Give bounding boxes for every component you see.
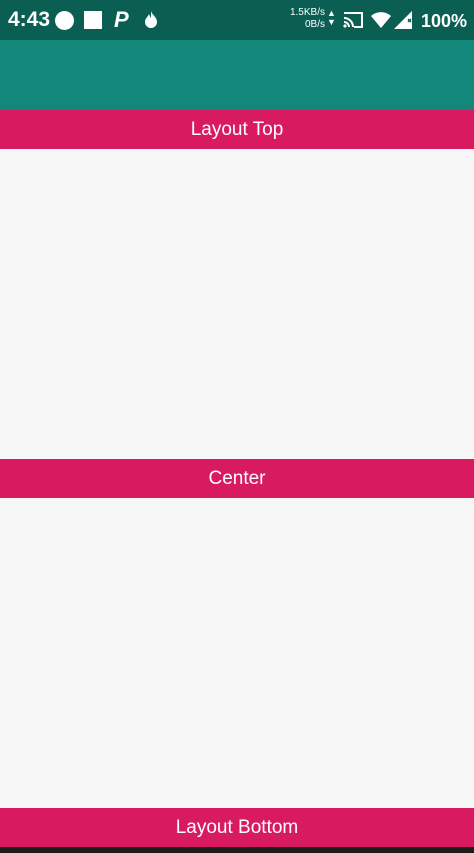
app-bar [0, 40, 474, 110]
network-down: 0B/s [304, 19, 325, 30]
status-time: 4:43 [8, 8, 51, 31]
center-bar: Center [0, 459, 474, 498]
battery-level: 100% [421, 11, 468, 31]
flame-icon [145, 11, 157, 28]
square-icon [84, 11, 102, 29]
updown-icon: ▲ ▼ [327, 8, 336, 27]
layout-bottom-bar: Layout Bottom [0, 808, 474, 847]
network-up: 1.5KB/s [289, 7, 325, 18]
layout-top-bar: Layout Top [0, 110, 474, 149]
status-bar: 4:43 P 1.5KB/s 0B/s ▲ ▼ 100% [0, 0, 474, 40]
cast-icon [343, 12, 363, 28]
circle-icon [55, 11, 74, 30]
wifi-icon [371, 12, 391, 28]
network-speed: 1.5KB/s 0B/s [285, 7, 325, 31]
p-icon: P [114, 7, 129, 32]
bottom-edge [0, 847, 474, 853]
signal-icon [394, 11, 412, 29]
